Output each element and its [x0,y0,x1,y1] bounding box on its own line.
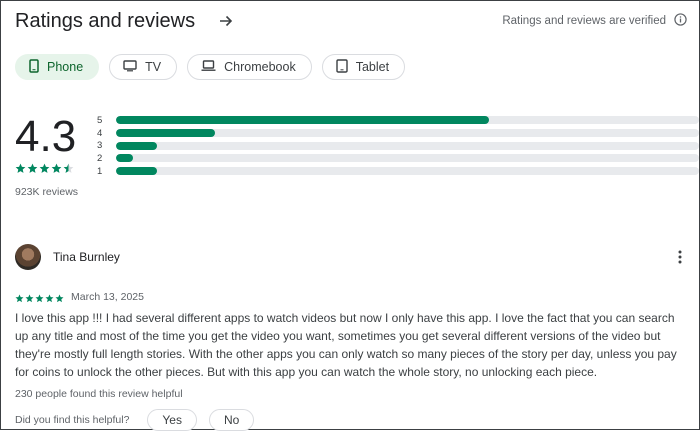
bar-label: 4 [97,127,103,139]
review-date: March 13, 2025 [71,291,144,303]
star-icon [55,294,64,302]
average-rating: 4.3 [15,112,77,161]
no-button[interactable]: No [208,409,255,431]
star-icon [27,163,38,173]
star-icon [35,294,44,302]
chip-chromebook[interactable]: Chromebook [187,54,312,80]
bar-fill [116,129,216,138]
bar-track [116,129,699,138]
bar-track [116,154,699,163]
summary-stars [15,163,95,174]
helpful-count: 230 people found this review helpful [15,388,183,400]
verified-text: Ratings and reviews are verified [502,15,666,27]
chip-label: TV [145,60,162,74]
verified-note: Ratings and reviews are verified [502,13,687,29]
chip-label: Tablet [355,60,390,74]
star-icon [25,294,34,302]
chip-label: Phone [47,60,84,74]
review-text: I love this app !!! I had several differ… [15,311,677,379]
rating-bar-1: 1 [97,165,699,178]
section-title: Ratings and reviews [15,9,196,32]
info-icon[interactable] [674,13,687,29]
bar-track [116,116,699,125]
section-header: Ratings and reviews Ratings and reviews … [15,8,687,34]
bar-label: 5 [97,114,103,126]
rating-bar-4: 4 [97,127,699,140]
more-vert-icon[interactable] [671,248,689,266]
bar-label: 1 [97,165,103,177]
chip-label: Chromebook [224,60,296,74]
reviewer-name: Tina Burnley [53,250,120,264]
chip-phone[interactable]: Phone [15,54,100,80]
device-chips: Phone TV Chromebook Tablet [15,54,406,80]
rating-bar-3: 3 [97,139,699,152]
laptop-icon [201,59,216,75]
yes-button[interactable]: Yes [147,409,197,431]
arrow-forward-icon[interactable] [213,8,239,34]
rating-bar-5: 5 [97,114,699,127]
bar-fill [116,154,134,163]
rating-summary: 4.3 923K reviews [15,112,95,199]
helpful-question: Did you find this helpful? [15,414,130,426]
star-icon [45,294,54,302]
chip-tablet[interactable]: Tablet [321,54,406,80]
bar-track [116,141,699,150]
reviewer: Tina Burnley [15,244,120,270]
helpful-feedback: Did you find this helpful? Yes No [15,409,266,431]
review-count: 923K reviews [15,186,79,198]
tv-icon [123,59,137,75]
rating-distribution: 54321 [97,114,699,177]
review-stars [15,294,64,303]
star-icon [63,163,74,173]
star-icon [39,163,50,173]
bar-label: 2 [97,152,103,164]
bar-fill [116,167,157,176]
star-icon [15,163,26,173]
bar-fill [116,141,157,150]
chip-tv[interactable]: TV [109,54,178,80]
bar-fill [116,116,490,125]
bar-track [116,167,699,176]
review-meta: March 13, 2025 [15,291,144,303]
ratings-reviews-panel: Ratings and reviews Ratings and reviews … [0,0,700,431]
avatar [15,244,41,270]
tablet-icon [336,58,348,76]
rating-bar-2: 2 [97,152,699,165]
bar-label: 3 [97,140,103,152]
phone-icon [29,58,39,76]
star-icon [51,163,62,173]
star-icon [15,294,24,302]
